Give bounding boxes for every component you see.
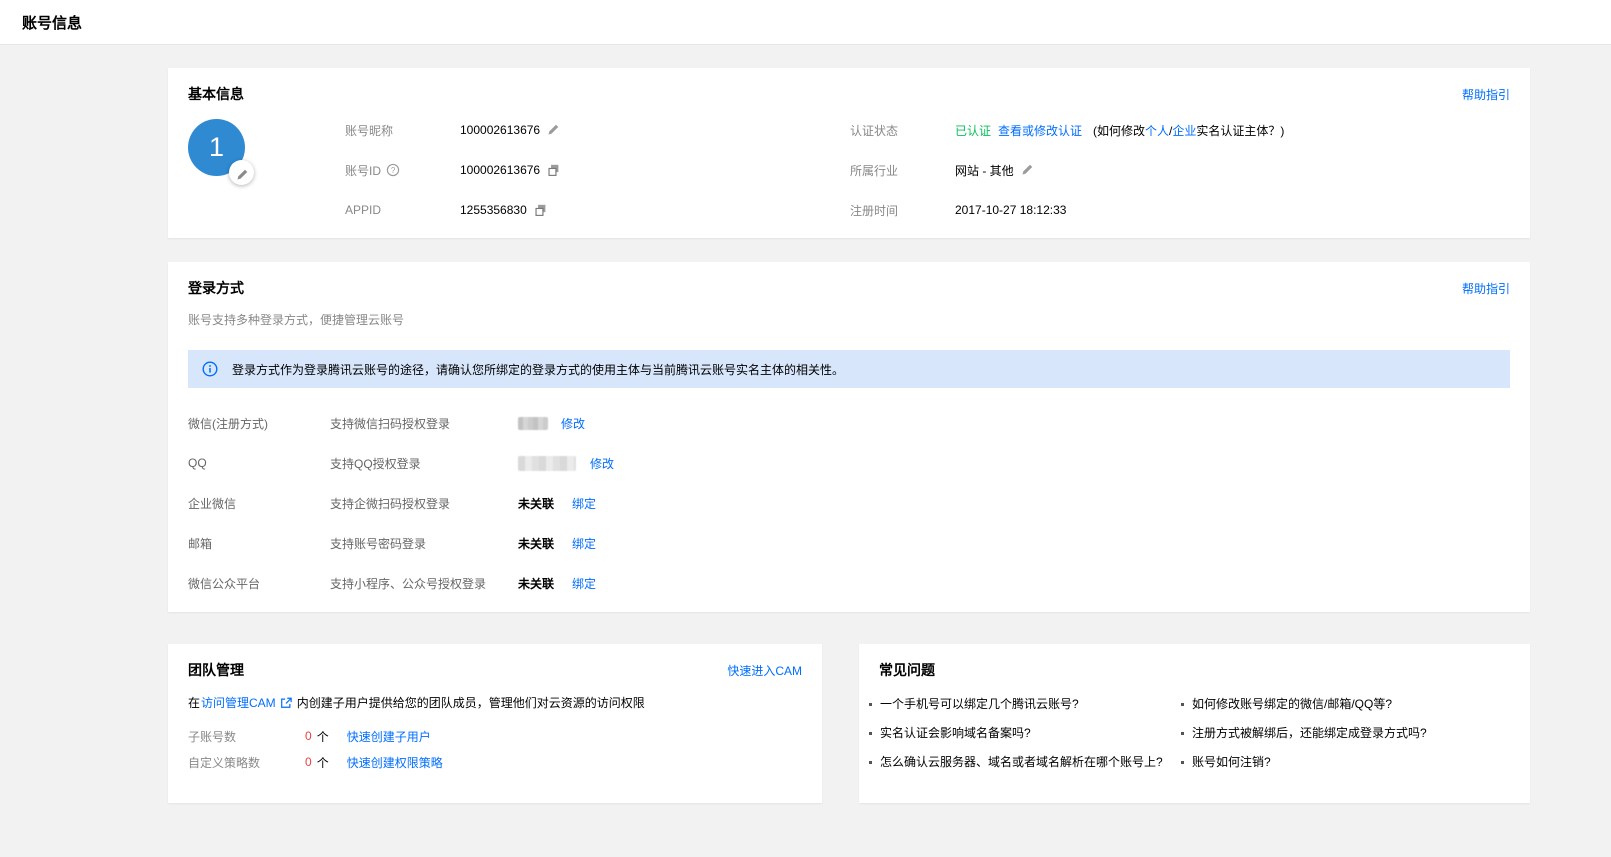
reg-time-label: 注册时间 — [850, 202, 955, 219]
team-management-card: 团队管理 快速进入CAM 在 访问管理CAM 内创建子用户提供给您的团队成员，管… — [168, 644, 822, 803]
appid-row: APPID 1255356830 — [345, 190, 850, 230]
auth-status-badge: 已认证 — [955, 122, 991, 139]
sub-accounts-label: 子账号数 — [188, 728, 305, 745]
quick-enter-cam-link[interactable]: 快速进入CAM — [727, 662, 802, 679]
modify-auth-link[interactable]: 查看或修改认证 — [998, 122, 1082, 139]
login-info-banner: 登录方式作为登录腾讯云账号的途径，请确认您所绑定的登录方式的使用主体与当前腾讯云… — [188, 350, 1510, 388]
sub-accounts-count: 0 — [305, 729, 312, 743]
industry-label: 所属行业 — [850, 162, 955, 179]
login-method-desc: 支持微信扫码授权登录 — [330, 415, 518, 432]
faq-item[interactable]: 一个手机号可以绑定几个腾讯云账号? — [869, 696, 1181, 712]
login-method-status: 未关联 — [518, 575, 554, 592]
appid-label: APPID — [345, 203, 460, 217]
login-method-desc: 支持企微扫码授权登录 — [330, 495, 518, 512]
login-method-desc: 支持QQ授权登录 — [330, 455, 518, 472]
login-method-name: 微信(注册方式) — [188, 415, 330, 432]
login-method-name: 微信公众平台 — [188, 575, 330, 592]
create-policy-link[interactable]: 快速创建权限策略 — [347, 754, 443, 771]
team-title: 团队管理 — [188, 660, 244, 680]
industry-value: 网站 - 其他 — [955, 162, 1014, 179]
login-row-email: 邮箱 支持账号密码登录 未关联 绑定 — [188, 523, 1510, 563]
cam-link[interactable]: 访问管理CAM — [201, 694, 276, 711]
policies-row: 自定义策略数 0 个 快速创建权限策略 — [188, 749, 802, 775]
faq-item[interactable]: 实名认证会影响域名备案吗? — [869, 725, 1181, 741]
industry-row: 所属行业 网站 - 其他 — [850, 150, 1510, 190]
bind-wecom-link[interactable]: 绑定 — [572, 495, 596, 512]
main-content: 基本信息 帮助指引 1 账号昵称 100002613676 — [0, 45, 1611, 803]
login-method-status: 未关联 — [518, 495, 554, 512]
create-sub-user-link[interactable]: 快速创建子用户 — [347, 728, 431, 745]
copy-account-id-icon[interactable] — [547, 164, 560, 177]
edit-industry-icon[interactable] — [1021, 164, 1033, 176]
login-banner-text: 登录方式作为登录腾讯云账号的途径，请确认您所绑定的登录方式的使用主体与当前腾讯云… — [232, 361, 844, 378]
info-icon — [202, 361, 218, 377]
login-methods-card: 登录方式 帮助指引 账号支持多种登录方式，便捷管理云账号 登录方式作为登录腾讯云… — [168, 262, 1530, 612]
account-id-value: 100002613676 — [460, 163, 540, 177]
avatar-edit-button[interactable] — [229, 160, 254, 185]
auth-status-label: 认证状态 — [850, 122, 955, 139]
copy-appid-icon[interactable] — [534, 204, 547, 217]
login-method-status: 未关联 — [518, 535, 554, 552]
login-help-link[interactable]: 帮助指引 — [1462, 280, 1510, 297]
auth-status-row: 认证状态 已认证 查看或修改认证 (如何修改个人/企业实名认证主体？) — [850, 110, 1510, 150]
login-row-wecom: 企业微信 支持企微扫码授权登录 未关联 绑定 — [188, 483, 1510, 523]
basic-help-link[interactable]: 帮助指引 — [1462, 86, 1510, 103]
modify-qq-link[interactable]: 修改 — [590, 455, 614, 472]
bullet-icon — [869, 732, 872, 735]
avatar-text: 1 — [209, 132, 224, 163]
top-bar: 账号信息 — [0, 0, 1611, 45]
bullet-icon — [869, 761, 872, 764]
svg-text:?: ? — [391, 166, 396, 175]
faq-item[interactable]: 注册方式被解绑后，还能绑定成登录方式吗? — [1181, 725, 1510, 741]
login-row-wechat: 微信(注册方式) 支持微信扫码授权登录 修改 — [188, 403, 1510, 443]
personal-auth-link[interactable]: 个人 — [1145, 124, 1169, 138]
reg-time-row: 注册时间 2017-10-27 18:12:33 — [850, 190, 1510, 230]
faq-item[interactable]: 怎么确认云服务器、域名或者域名解析在哪个账号上? — [869, 754, 1181, 770]
login-method-name: QQ — [188, 456, 330, 470]
faq-item[interactable]: 账号如何注销? — [1181, 754, 1510, 770]
masked-qq-value — [518, 456, 576, 471]
bind-wechat-official-link[interactable]: 绑定 — [572, 575, 596, 592]
login-row-qq: QQ 支持QQ授权登录 修改 — [188, 443, 1510, 483]
masked-wechat-value — [518, 417, 548, 430]
nickname-row: 账号昵称 100002613676 — [345, 110, 850, 150]
external-link-icon — [280, 697, 292, 709]
login-methods-title: 登录方式 — [188, 278, 244, 298]
nickname-value: 100002613676 — [460, 123, 540, 137]
avatar-box: 1 — [188, 110, 345, 230]
policies-label: 自定义策略数 — [188, 754, 305, 771]
account-id-label: 账号ID — [345, 162, 381, 179]
page-title: 账号信息 — [22, 12, 82, 33]
faq-title: 常见问题 — [879, 660, 935, 680]
bullet-icon — [1181, 732, 1184, 735]
login-method-name: 邮箱 — [188, 535, 330, 552]
enterprise-auth-link[interactable]: 企业 — [1172, 124, 1196, 138]
team-desc: 在 访问管理CAM 内创建子用户提供给您的团队成员，管理他们对云资源的访问权限 — [188, 694, 802, 711]
account-id-row: 账号ID ? 100002613676 — [345, 150, 850, 190]
bind-email-link[interactable]: 绑定 — [572, 535, 596, 552]
pencil-icon — [236, 157, 248, 188]
login-method-name: 企业微信 — [188, 495, 330, 512]
login-method-desc: 支持小程序、公众号授权登录 — [330, 575, 518, 592]
basic-info-card: 基本信息 帮助指引 1 账号昵称 100002613676 — [168, 68, 1530, 238]
question-icon[interactable]: ? — [386, 163, 400, 177]
avatar[interactable]: 1 — [188, 119, 245, 176]
basic-info-title: 基本信息 — [188, 84, 244, 104]
bullet-icon — [1181, 761, 1184, 764]
edit-nickname-icon[interactable] — [547, 124, 559, 136]
auth-note: (如何修改个人/企业实名认证主体？) — [1093, 122, 1284, 139]
reg-time-value: 2017-10-27 18:12:33 — [955, 203, 1066, 217]
nickname-label: 账号昵称 — [345, 122, 460, 139]
bullet-icon — [869, 703, 872, 706]
modify-wechat-link[interactable]: 修改 — [561, 415, 585, 432]
login-method-desc: 支持账号密码登录 — [330, 535, 518, 552]
faq-card: 常见问题 一个手机号可以绑定几个腾讯云账号? 实名认证会影响域名备案吗? 怎么确… — [859, 644, 1530, 803]
login-methods-subtitle: 账号支持多种登录方式，便捷管理云账号 — [188, 311, 1510, 328]
appid-value: 1255356830 — [460, 203, 527, 217]
login-row-wechat-official: 微信公众平台 支持小程序、公众号授权登录 未关联 绑定 — [188, 563, 1510, 603]
faq-item[interactable]: 如何修改账号绑定的微信/邮箱/QQ等? — [1181, 696, 1510, 712]
policies-count: 0 — [305, 755, 312, 769]
sub-accounts-row: 子账号数 0 个 快速创建子用户 — [188, 723, 802, 749]
bullet-icon — [1181, 703, 1184, 706]
